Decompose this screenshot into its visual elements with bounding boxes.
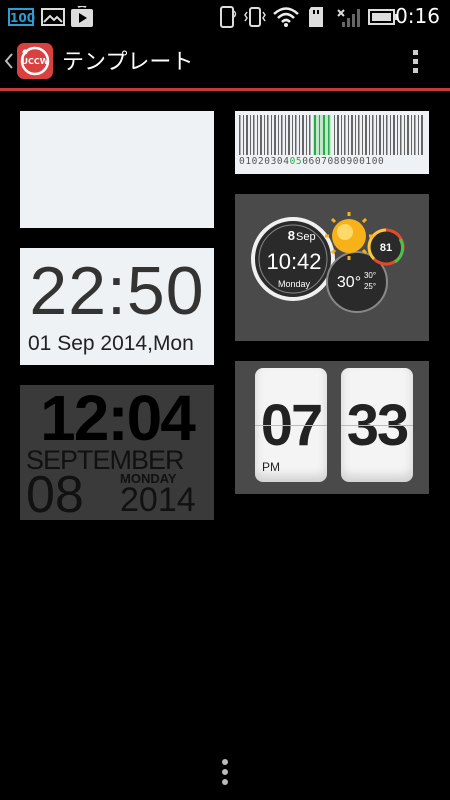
flip-divider bbox=[255, 425, 327, 426]
bottom-overflow-menu-icon[interactable] bbox=[219, 758, 231, 786]
status-time: 0:16 bbox=[395, 4, 440, 28]
action-bar-divider bbox=[0, 88, 450, 91]
sun-icon bbox=[325, 212, 373, 260]
template-big-clock[interactable]: 12:04 SEPTEMBER 08 MONDAY 2014 bbox=[20, 385, 214, 520]
weather-month: Sep bbox=[296, 231, 316, 243]
flip-divider bbox=[341, 425, 413, 426]
battery-level-icon: 100 bbox=[8, 8, 35, 26]
weather-weekday: Monday bbox=[278, 279, 311, 289]
template-barcode-clock[interactable]: 01020304050607080900100 bbox=[235, 111, 429, 174]
image-icon bbox=[41, 6, 65, 28]
battery-icon bbox=[368, 6, 398, 28]
digital-clock-time: 22:50 bbox=[29, 253, 205, 329]
back-chevron-icon[interactable] bbox=[4, 50, 14, 72]
overflow-menu-icon[interactable] bbox=[410, 48, 420, 76]
big-clock-year: 2014 bbox=[120, 481, 196, 519]
weather-clock-graphic: 8 Sep 10:42 Monday 30° 30° 25° 81 bbox=[251, 212, 405, 313]
template-weather-clock[interactable]: 8 Sep 10:42 Monday 30° 30° 25° 81 bbox=[235, 194, 429, 341]
action-bar: UCCW テンプレート bbox=[0, 34, 450, 88]
weather-temp: 30° bbox=[337, 274, 361, 291]
digital-clock-date: 01 Sep 2014,Mon bbox=[28, 332, 194, 355]
weather-time: 10:42 bbox=[266, 249, 321, 274]
flip-ampm: PM bbox=[262, 460, 280, 474]
weather-low: 25° bbox=[364, 282, 376, 291]
weather-battery: 81 bbox=[380, 242, 392, 254]
barcode-digits: 01020304050607080900100 bbox=[239, 156, 385, 167]
template-blank[interactable] bbox=[20, 111, 214, 228]
status-bar: 100 0:16 bbox=[0, 0, 450, 34]
template-flip-clock[interactable]: 07 PM 33 bbox=[235, 361, 429, 494]
play-store-icon bbox=[70, 6, 94, 28]
big-clock-day: 08 bbox=[26, 466, 84, 520]
flip-card-minute: 33 bbox=[341, 368, 413, 482]
barcode-graphic bbox=[239, 115, 423, 155]
app-logo-text: UCCW bbox=[21, 57, 48, 66]
weather-high: 30° bbox=[364, 271, 376, 280]
template-digital-clock[interactable]: 22:50 01 Sep 2014,Mon bbox=[20, 248, 214, 365]
flip-card-hour: 07 PM bbox=[255, 368, 327, 482]
phone-icon bbox=[218, 6, 238, 28]
app-logo-icon[interactable]: UCCW bbox=[16, 42, 54, 80]
vibrate-icon bbox=[244, 6, 266, 28]
sd-card-icon bbox=[305, 6, 327, 28]
signal-icon bbox=[336, 6, 362, 28]
page-title: テンプレート bbox=[62, 50, 194, 75]
wifi-icon bbox=[272, 6, 300, 28]
weather-day: 8 bbox=[288, 228, 295, 243]
